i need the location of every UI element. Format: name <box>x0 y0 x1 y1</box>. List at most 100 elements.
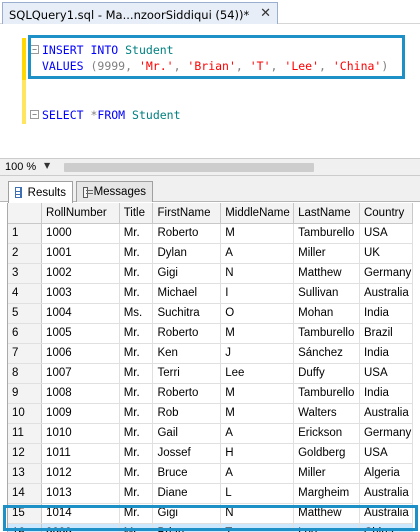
table-cell[interactable]: H <box>220 443 295 464</box>
results-grid[interactable]: RollNumber Title FirstName MiddleName La… <box>7 203 414 532</box>
table-cell[interactable]: Gigi <box>152 263 222 284</box>
zoom-level[interactable]: 100 % <box>5 161 36 173</box>
table-cell[interactable]: Tamburello <box>293 223 360 244</box>
table-cell[interactable]: Australia <box>359 483 414 504</box>
table-cell[interactable]: India <box>359 383 414 404</box>
table-cell[interactable]: Terri <box>152 363 222 384</box>
table-cell[interactable]: Margheim <box>293 483 360 504</box>
table-cell[interactable]: Tamburello <box>293 323 360 344</box>
table-cell[interactable]: USA <box>359 223 414 244</box>
table-cell[interactable]: Lee <box>220 363 295 384</box>
table-cell[interactable]: 1002 <box>41 263 120 284</box>
table-cell[interactable]: Ken <box>152 343 222 364</box>
row-number-cell[interactable]: 14 <box>8 483 43 504</box>
column-header-lastname[interactable]: LastName <box>293 203 360 224</box>
table-cell[interactable]: O <box>220 303 295 324</box>
table-cell[interactable]: Australia <box>359 283 414 304</box>
table-cell[interactable]: M <box>220 403 295 424</box>
table-cell[interactable]: Walters <box>293 403 360 424</box>
table-cell[interactable]: 1011 <box>41 443 120 464</box>
table-cell[interactable]: 1006 <box>41 343 120 364</box>
table-cell[interactable]: Miller <box>293 463 360 484</box>
row-number-cell[interactable]: 16 <box>8 523 43 532</box>
table-cell[interactable]: 1003 <box>41 283 120 304</box>
table-cell[interactable]: USA <box>359 363 414 384</box>
table-row[interactable]: 15 1014 Mr. Gigi N Matthew Australia <box>8 503 414 524</box>
table-cell[interactable]: Australia <box>359 403 414 424</box>
table-cell[interactable]: Germany <box>359 263 414 284</box>
table-cell[interactable]: Lee <box>293 523 360 532</box>
tab-messages[interactable]: Messages <box>76 181 153 202</box>
table-cell[interactable]: India <box>359 343 414 364</box>
table-row[interactable]: 1 1000 Mr. Roberto M Tamburello USA <box>8 223 414 244</box>
table-cell[interactable]: Mr. <box>119 243 154 264</box>
table-cell[interactable]: Sullivan <box>293 283 360 304</box>
table-cell[interactable]: Gail <box>152 423 222 444</box>
table-cell[interactable]: Gigi <box>152 503 222 524</box>
column-header-rollnumber[interactable]: RollNumber <box>41 203 120 224</box>
tab-sqlquery1[interactable]: SQLQuery1.sql - Ma...nzoorSiddiqui (54))… <box>2 2 278 24</box>
table-cell[interactable]: UK <box>359 243 414 264</box>
table-row[interactable]: 6 1005 Mr. Roberto M Tamburello Brazil <box>8 323 414 344</box>
table-cell[interactable]: J <box>220 343 295 364</box>
table-row[interactable]: 4 1003 Mr. Michael I Sullivan Australia <box>8 283 414 304</box>
table-cell[interactable]: A <box>220 243 295 264</box>
table-cell[interactable]: Roberto <box>152 323 222 344</box>
table-cell[interactable]: Goldberg <box>293 443 360 464</box>
table-cell[interactable]: Mr. <box>119 223 154 244</box>
table-cell[interactable]: Roberto <box>152 383 222 404</box>
table-row[interactable]: 10 1009 Mr. Rob M Walters Australia <box>8 403 414 424</box>
table-row[interactable]: 9 1008 Mr. Roberto M Tamburello India <box>8 383 414 404</box>
table-row[interactable]: 13 1012 Mr. Bruce A Miller Algeria <box>8 463 414 484</box>
table-cell[interactable]: Mr. <box>119 343 154 364</box>
table-row[interactable]: 12 1011 Mr. Jossef H Goldberg USA <box>8 443 414 464</box>
table-cell[interactable]: Mr. <box>119 503 154 524</box>
table-cell[interactable]: Mr. <box>119 403 154 424</box>
collapse-toggle-icon[interactable]: − <box>30 110 39 119</box>
table-cell[interactable]: Mr. <box>119 263 154 284</box>
table-cell[interactable]: M <box>220 223 295 244</box>
row-number-cell[interactable]: 7 <box>8 343 43 364</box>
table-cell[interactable]: 1000 <box>41 223 120 244</box>
table-cell[interactable]: Mr. <box>119 383 154 404</box>
column-header-firstname[interactable]: FirstName <box>152 203 222 224</box>
table-cell[interactable]: 1010 <box>41 423 120 444</box>
table-cell[interactable]: USA <box>359 443 414 464</box>
table-row[interactable]: 5 1004 Ms. Suchitra O Mohan India <box>8 303 414 324</box>
row-number-cell[interactable]: 5 <box>8 303 43 324</box>
table-cell[interactable]: A <box>220 423 295 444</box>
table-cell[interactable]: N <box>220 263 295 284</box>
table-cell[interactable]: Erickson <box>293 423 360 444</box>
table-cell[interactable]: 1009 <box>41 403 120 424</box>
tab-results[interactable]: Results <box>8 181 73 203</box>
table-row[interactable]: 8 1007 Mr. Terri Lee Duffy USA <box>8 363 414 384</box>
table-cell[interactable]: Diane <box>152 483 222 504</box>
table-cell[interactable]: Miller <box>293 243 360 264</box>
table-cell[interactable]: Australia <box>359 503 414 524</box>
table-cell[interactable]: Mr. <box>119 423 154 444</box>
table-cell[interactable]: Mr. <box>119 463 154 484</box>
table-cell[interactable]: 1005 <box>41 323 120 344</box>
column-header-rownum[interactable] <box>8 203 43 224</box>
table-cell[interactable]: Mr. <box>119 443 154 464</box>
table-cell[interactable]: Michael <box>152 283 222 304</box>
row-number-cell[interactable]: 8 <box>8 363 43 384</box>
row-number-cell[interactable]: 13 <box>8 463 43 484</box>
table-cell[interactable]: 1012 <box>41 463 120 484</box>
table-cell[interactable]: 1001 <box>41 243 120 264</box>
row-number-cell[interactable]: 15 <box>8 503 43 524</box>
table-cell[interactable]: Bruce <box>152 463 222 484</box>
query-editor[interactable]: − − INSERT INTO Student VALUES (9999, 'M… <box>0 24 420 158</box>
table-cell[interactable]: Germany <box>359 423 414 444</box>
table-cell[interactable]: Mr. <box>119 523 154 532</box>
table-cell[interactable]: Jossef <box>152 443 222 464</box>
column-header-title[interactable]: Title <box>119 203 154 224</box>
table-cell[interactable]: M <box>220 323 295 344</box>
table-cell[interactable]: N <box>220 503 295 524</box>
row-number-cell[interactable]: 10 <box>8 403 43 424</box>
column-header-middlename[interactable]: MiddleName <box>220 203 295 224</box>
row-number-cell[interactable]: 1 <box>8 223 43 244</box>
row-number-cell[interactable]: 3 <box>8 263 43 284</box>
table-cell[interactable]: Duffy <box>293 363 360 384</box>
table-cell[interactable]: M <box>220 383 295 404</box>
